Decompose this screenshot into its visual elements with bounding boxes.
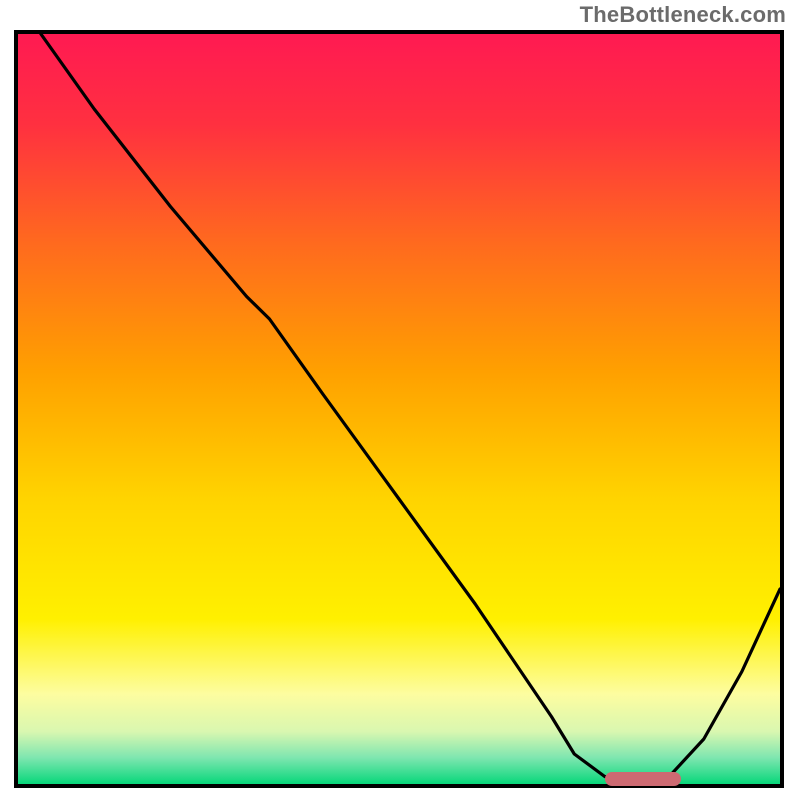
chart-frame [14,30,784,788]
gradient-rect [18,34,780,784]
chart-container: TheBottleneck.com [0,0,800,800]
chart-plot-svg [18,34,780,784]
watermark-text: TheBottleneck.com [580,2,786,28]
optimal-range-marker [605,772,681,786]
